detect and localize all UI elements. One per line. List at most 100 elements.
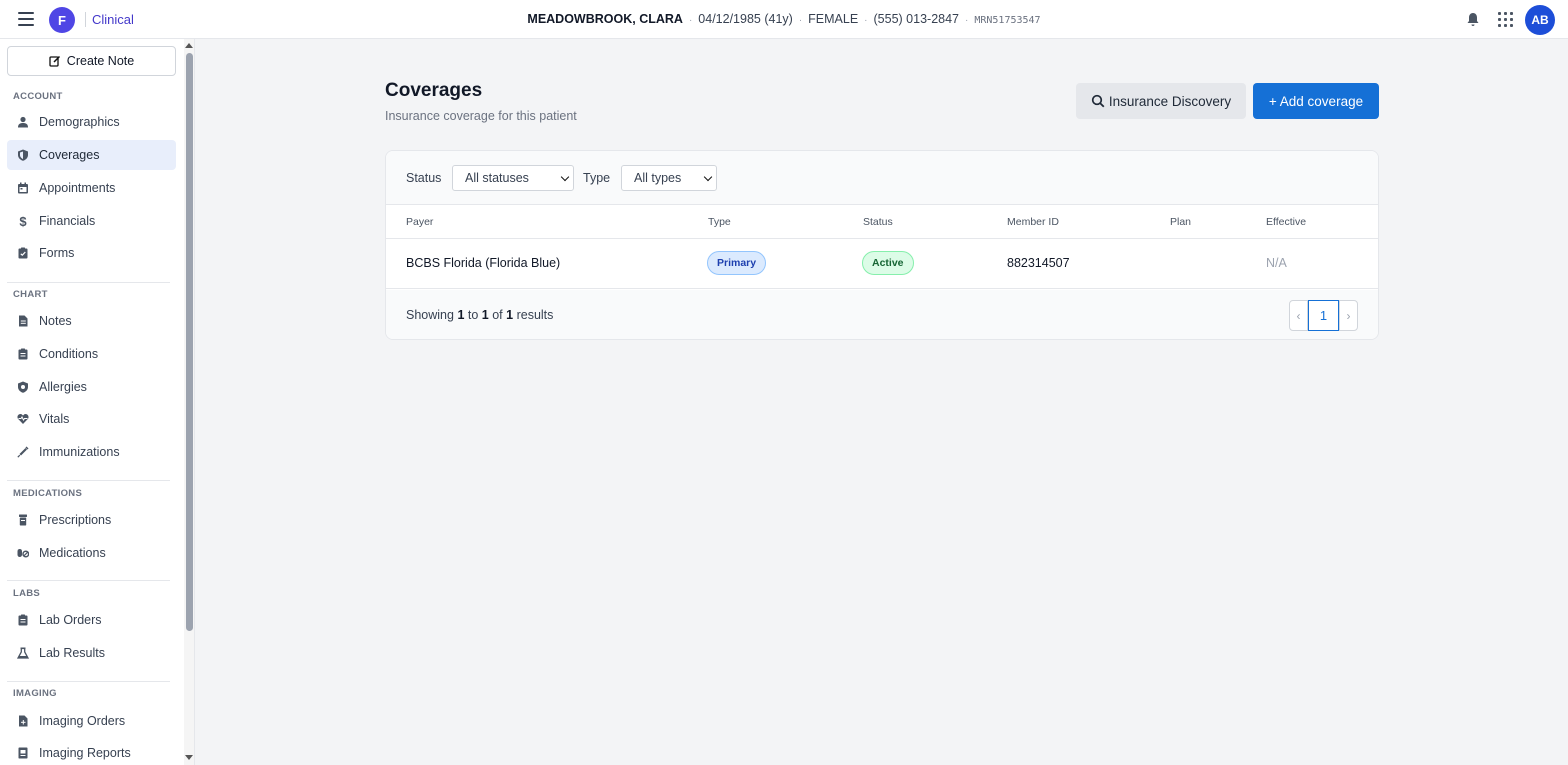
section-label-labs: LABS: [13, 588, 41, 599]
pagination-prev-button[interactable]: ‹: [1289, 300, 1308, 331]
type-filter-label: Type: [583, 171, 611, 185]
column-header-type[interactable]: Type: [708, 216, 731, 228]
coverage-type-badge: Primary: [707, 251, 767, 275]
sidebar-item-label: Conditions: [39, 347, 99, 361]
column-header-effective[interactable]: Effective: [1266, 216, 1306, 228]
type-filter-value: All types: [634, 171, 682, 185]
pagination-next-button[interactable]: ›: [1339, 300, 1358, 331]
sidebar-item-label: Lab Orders: [39, 613, 102, 627]
sidebar-scroll-thumb[interactable]: [186, 53, 193, 631]
create-note-button[interactable]: Create Note: [7, 46, 176, 76]
shield-icon: [17, 149, 29, 161]
sidebar-item-demographics[interactable]: Demographics: [7, 107, 176, 137]
top-bar: F Clinical MEADOWBROOK, CLARA · 04/12/1985…: [0, 0, 1568, 39]
table-header: Payer Type Status Member ID Plan Effecti…: [386, 205, 1378, 239]
sidebar-item-coverages[interactable]: Coverages: [7, 140, 176, 170]
clipboard-icon: [17, 614, 29, 626]
status-filter-label: Status: [406, 171, 442, 185]
section-label-chart: CHART: [13, 289, 48, 300]
sidebar-item-imaging-reports[interactable]: Imaging Reports: [7, 738, 176, 765]
sidebar-item-financials[interactable]: $ Financials: [7, 206, 176, 236]
sidebar-item-imaging-orders[interactable]: Imaging Orders: [7, 706, 176, 736]
patient-name: MEADOWBROOK, CLARA: [527, 12, 683, 26]
column-header-status[interactable]: Status: [863, 216, 893, 228]
sidebar-item-label: Coverages: [39, 148, 100, 162]
column-header-payer[interactable]: Payer: [406, 216, 433, 228]
sidebar-divider: [7, 580, 170, 581]
sidebar-item-label: Financials: [39, 214, 96, 228]
sidebar-item-lab-results[interactable]: Lab Results: [7, 638, 176, 668]
chevron-down-icon: [703, 172, 713, 182]
patient-sex: FEMALE: [808, 12, 859, 26]
sidebar-item-label: Notes: [39, 314, 72, 328]
sidebar-item-label: Demographics: [39, 115, 120, 129]
scroll-up-arrow-icon[interactable]: [185, 43, 193, 48]
member-id-cell: 882314507: [1007, 256, 1070, 270]
sidebar-item-label: Immunizations: [39, 445, 120, 459]
document-icon: [17, 715, 29, 727]
apps-grid-icon[interactable]: [1498, 12, 1513, 27]
report-icon: [17, 747, 29, 759]
patient-mrn: MRN51753547: [974, 15, 1041, 26]
type-filter-select[interactable]: All types: [621, 165, 717, 191]
sidebar-item-label: Lab Results: [39, 646, 106, 660]
edit-icon: [49, 55, 60, 67]
shield-icon: [17, 381, 29, 393]
coverages-card: Status All statuses Type All types Payer…: [385, 150, 1379, 340]
sidebar-divider: [7, 282, 170, 283]
person-icon: [17, 116, 29, 128]
table-row[interactable]: BCBS Florida (Florida Blue) Primary Acti…: [386, 239, 1378, 289]
prescription-bottle-icon: [17, 514, 29, 526]
status-filter-select[interactable]: All statuses: [452, 165, 574, 191]
section-label-imaging: IMAGING: [13, 688, 57, 699]
heartbeat-icon: [17, 413, 29, 425]
sidebar-item-allergies[interactable]: Allergies: [7, 372, 176, 402]
payer-cell: BCBS Florida (Florida Blue): [406, 256, 561, 270]
sidebar-item-label: Prescriptions: [39, 513, 112, 527]
effective-cell: N/A: [1266, 256, 1287, 270]
sidebar-item-label: Medications: [39, 546, 106, 560]
column-header-member-id[interactable]: Member ID: [1007, 216, 1059, 228]
bell-icon[interactable]: [1466, 12, 1480, 27]
pagination-page-1[interactable]: 1: [1308, 300, 1339, 331]
sidebar-item-immunizations[interactable]: Immunizations: [7, 437, 176, 467]
chevron-down-icon: [560, 172, 570, 182]
page-title: Coverages: [385, 80, 483, 101]
document-icon: [17, 315, 29, 327]
results-summary: Showing 1 to 1 of 1 results: [406, 308, 554, 322]
pills-icon: [17, 547, 29, 559]
sidebar-item-lab-orders[interactable]: Lab Orders: [7, 605, 176, 635]
page-subtitle: Insurance coverage for this patient: [385, 109, 577, 123]
sidebar-item-label: Allergies: [39, 380, 87, 394]
user-avatar[interactable]: AB: [1525, 5, 1555, 35]
sidebar-item-conditions[interactable]: Conditions: [7, 339, 176, 369]
insurance-discovery-button[interactable]: Insurance Discovery: [1076, 83, 1246, 119]
clipboard-icon: [17, 348, 29, 360]
filters-bar: Status All statuses Type All types: [386, 151, 1378, 205]
sidebar-item-appointments[interactable]: Appointments: [7, 173, 176, 203]
patient-phone: (555) 013-2847: [873, 12, 959, 26]
sidebar-item-medications[interactable]: Medications: [7, 538, 176, 568]
section-label-medications: MEDICATIONS: [13, 488, 83, 499]
flask-icon: [17, 647, 29, 659]
dollar-icon: $: [19, 213, 27, 229]
sidebar-item-notes[interactable]: Notes: [7, 306, 176, 336]
column-header-plan[interactable]: Plan: [1170, 216, 1191, 228]
sidebar-item-vitals[interactable]: Vitals: [7, 404, 176, 434]
add-coverage-button[interactable]: + Add coverage: [1253, 83, 1379, 119]
sidebar-item-label: Forms: [39, 246, 75, 260]
sidebar-item-forms[interactable]: Forms: [7, 238, 176, 268]
insurance-discovery-label: Insurance Discovery: [1108, 93, 1232, 109]
sidebar: Create Note ACCOUNT Demographics Coverag…: [0, 39, 195, 765]
scroll-down-arrow-icon[interactable]: [185, 755, 193, 760]
sidebar-item-prescriptions[interactable]: Prescriptions: [7, 505, 176, 535]
section-label-account: ACCOUNT: [13, 91, 63, 102]
create-note-label: Create Note: [66, 54, 135, 68]
clipboard-icon: [17, 247, 29, 259]
patient-banner: MEADOWBROOK, CLARA · 04/12/1985 (41y) · FEMA…: [527, 12, 1041, 26]
syringe-icon: [17, 446, 29, 458]
sidebar-item-label: Imaging Reports: [39, 746, 131, 760]
calendar-icon: [17, 182, 29, 194]
status-badge: Active: [862, 251, 914, 275]
sidebar-item-label: Vitals: [39, 412, 70, 426]
